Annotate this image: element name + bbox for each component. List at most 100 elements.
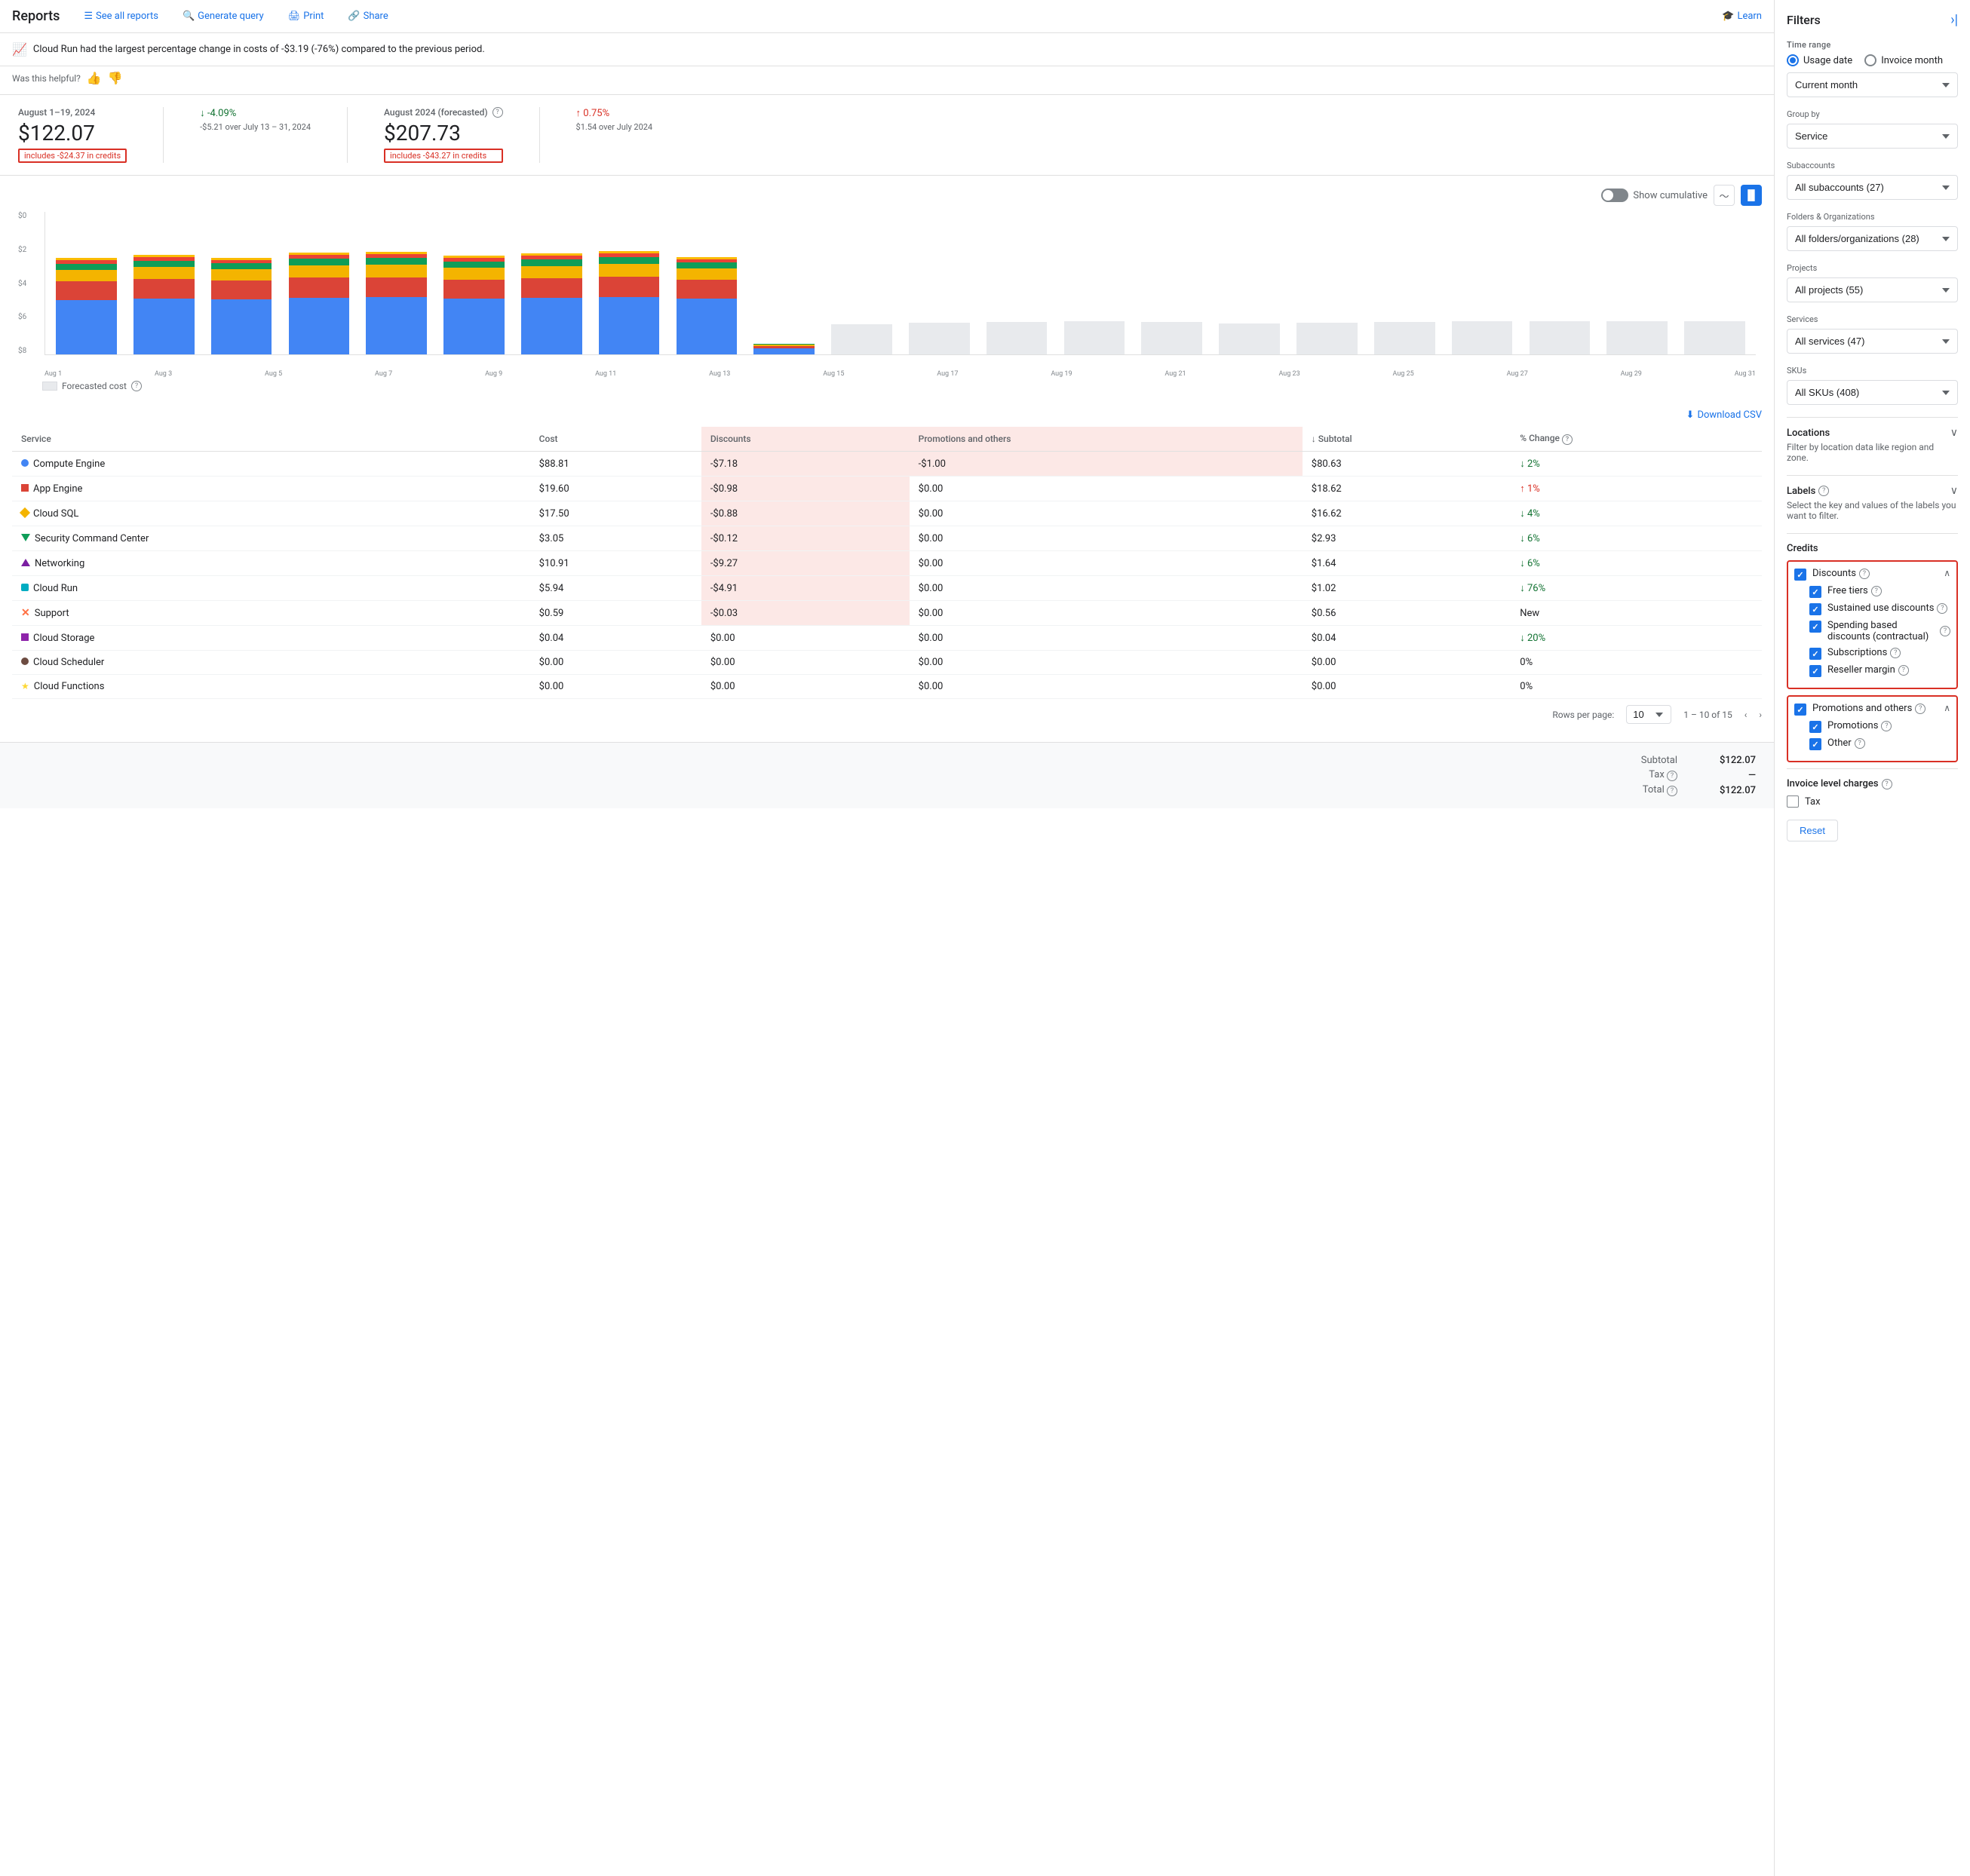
cell-subtotal: $1.64 bbox=[1303, 551, 1511, 576]
promotions-and-others-checkbox[interactable] bbox=[1794, 704, 1806, 716]
sustained-use-checkbox-item[interactable]: Sustained use discounts ? bbox=[1794, 602, 1950, 615]
tax-checkbox[interactable] bbox=[1787, 795, 1799, 808]
usage-date-label: Usage date bbox=[1803, 55, 1852, 66]
reseller-margin-checkbox-item[interactable]: Reseller margin ? bbox=[1794, 664, 1950, 677]
x-axis: Aug 1Aug 3Aug 5Aug 7Aug 9Aug 11Aug 13Aug… bbox=[44, 363, 1756, 378]
folders-orgs-select[interactable]: All folders/organizations (28) bbox=[1787, 226, 1958, 251]
share-btn[interactable]: 🔗 Share bbox=[342, 8, 394, 25]
cell-change: ↑ 1% bbox=[1511, 477, 1762, 501]
cell-service: Networking bbox=[12, 551, 530, 576]
invoice-month-radio-circle[interactable] bbox=[1864, 54, 1876, 66]
group-by-label: Group by bbox=[1787, 109, 1958, 119]
promotions-checkbox[interactable] bbox=[1809, 721, 1821, 733]
next-page-btn[interactable]: › bbox=[1759, 710, 1762, 720]
rows-per-page-select[interactable]: 10 25 50 bbox=[1626, 705, 1671, 724]
subscriptions-checkbox-item[interactable]: Subscriptions ? bbox=[1794, 647, 1950, 660]
bar-chart-btn[interactable]: ▐▌ bbox=[1741, 185, 1762, 206]
free-tiers-checkbox-item[interactable]: Free tiers ? bbox=[1794, 585, 1950, 598]
learn-btn[interactable]: 🎓 Learn bbox=[1722, 11, 1762, 22]
promotions-and-others-help-icon[interactable]: ? bbox=[1915, 704, 1926, 714]
spending-based-checkbox-item[interactable]: Spending based discounts (contractual) ? bbox=[1794, 620, 1950, 642]
stat-sub-2: $1.54 over July 2024 bbox=[576, 122, 653, 132]
filters-title: Filters bbox=[1787, 13, 1821, 27]
download-csv-btn[interactable]: ⬇ Download CSV bbox=[1686, 409, 1762, 421]
free-tiers-help-icon[interactable]: ? bbox=[1871, 586, 1882, 596]
sustained-use-checkbox[interactable] bbox=[1809, 603, 1821, 615]
usage-date-radio[interactable]: Usage date bbox=[1787, 54, 1852, 66]
cell-change: 0% bbox=[1511, 675, 1762, 699]
promotions-help-icon[interactable]: ? bbox=[1881, 721, 1892, 731]
tax-label: Tax bbox=[1805, 796, 1821, 808]
subscriptions-checkbox[interactable] bbox=[1809, 648, 1821, 660]
subtotal-label: Subtotal bbox=[1641, 755, 1677, 766]
group-by-select[interactable]: Service bbox=[1787, 124, 1958, 149]
spending-based-help-icon[interactable]: ? bbox=[1940, 626, 1950, 636]
other-help-icon[interactable]: ? bbox=[1855, 738, 1865, 749]
total-help-icon[interactable]: ? bbox=[1667, 786, 1677, 796]
line-chart-btn[interactable]: 〜 bbox=[1714, 185, 1735, 206]
other-checkbox-item[interactable]: Other ? bbox=[1794, 737, 1950, 750]
thumbs-up-btn[interactable]: 👍 bbox=[87, 71, 102, 85]
tax-help-icon[interactable]: ? bbox=[1667, 771, 1677, 781]
reseller-margin-checkbox[interactable] bbox=[1809, 665, 1821, 677]
projects-select[interactable]: All projects (55) bbox=[1787, 277, 1958, 302]
tax-checkbox-item[interactable]: Tax bbox=[1787, 795, 1958, 808]
thumbs-down-btn[interactable]: 👎 bbox=[108, 71, 123, 85]
show-cumulative-toggle[interactable]: Show cumulative bbox=[1601, 189, 1708, 202]
bar-group bbox=[514, 212, 590, 354]
reset-btn[interactable]: Reset bbox=[1787, 820, 1838, 841]
stat-sub-1: -$5.21 over July 13 – 31, 2024 bbox=[200, 122, 311, 132]
discounts-label: Discounts bbox=[1812, 568, 1856, 579]
invoice-title-row: Invoice level charges ? bbox=[1787, 778, 1958, 789]
subaccounts-select[interactable]: All subaccounts (27) bbox=[1787, 175, 1958, 200]
tax-value: — bbox=[1695, 770, 1756, 781]
skus-select[interactable]: All SKUs (408) bbox=[1787, 380, 1958, 405]
pagination: Rows per page: 10 25 50 1 – 10 of 15 ‹ › bbox=[12, 699, 1762, 730]
cell-discounts: $0.00 bbox=[701, 675, 910, 699]
discounts-checkbox-item[interactable]: Discounts ? ∧ bbox=[1794, 568, 1950, 581]
subscriptions-help-icon[interactable]: ? bbox=[1890, 648, 1901, 658]
invoice-level-charges-help-icon[interactable]: ? bbox=[1882, 779, 1892, 789]
sustained-use-help-icon[interactable]: ? bbox=[1937, 603, 1947, 614]
labels-header[interactable]: Labels ? ∨ bbox=[1787, 485, 1958, 497]
locations-title: Locations bbox=[1787, 428, 1830, 439]
cell-promos: $0.00 bbox=[910, 526, 1303, 551]
discounts-checkbox[interactable] bbox=[1794, 569, 1806, 581]
labels-help-icon[interactable]: ? bbox=[1818, 486, 1829, 496]
locations-header[interactable]: Locations ∨ bbox=[1787, 427, 1958, 439]
services-row: Services All services (47) bbox=[1787, 314, 1958, 354]
other-checkbox[interactable] bbox=[1809, 738, 1821, 750]
spending-based-label-row: Spending based discounts (contractual) ? bbox=[1827, 620, 1950, 642]
free-tiers-checkbox[interactable] bbox=[1809, 586, 1821, 598]
current-month-select[interactable]: Current month bbox=[1787, 72, 1958, 97]
cell-discounts: -$0.88 bbox=[701, 501, 910, 526]
cell-cost: $0.59 bbox=[530, 601, 701, 626]
time-range-label: Time range bbox=[1787, 40, 1958, 50]
filters-collapse-btn[interactable]: ›| bbox=[1950, 12, 1958, 28]
reseller-margin-help-icon[interactable]: ? bbox=[1898, 665, 1909, 676]
promotions-and-others-checkbox-item[interactable]: Promotions and others ? ∧ bbox=[1794, 703, 1950, 716]
promotions-checkbox-item[interactable]: Promotions ? bbox=[1794, 720, 1950, 733]
cell-cost: $0.04 bbox=[530, 626, 701, 651]
bar-group bbox=[669, 212, 745, 354]
stat-block-change2: ↑ 0.75% $1.54 over July 2024 bbox=[576, 107, 653, 132]
table-row: Cloud Scheduler $0.00 $0.00 $0.00 $0.00 … bbox=[12, 651, 1762, 675]
cell-change: ↓ 76% bbox=[1511, 576, 1762, 601]
services-select[interactable]: All services (47) bbox=[1787, 329, 1958, 354]
toggle-switch[interactable] bbox=[1601, 189, 1628, 202]
forecast-label-help[interactable]: ? bbox=[131, 381, 142, 391]
spending-based-checkbox[interactable] bbox=[1809, 621, 1821, 633]
see-all-reports-btn[interactable]: ☰ See all reports bbox=[78, 8, 164, 25]
print-btn[interactable]: 🖨 Print bbox=[282, 8, 330, 25]
prev-page-btn[interactable]: ‹ bbox=[1744, 710, 1748, 720]
total-value: $122.07 bbox=[1695, 785, 1756, 796]
change-help-icon[interactable]: ? bbox=[1562, 434, 1573, 445]
forecast-help-icon[interactable]: ? bbox=[493, 107, 503, 118]
cell-subtotal: $0.56 bbox=[1303, 601, 1511, 626]
usage-date-radio-circle[interactable] bbox=[1787, 54, 1799, 66]
labels-desc: Select the key and values of the labels … bbox=[1787, 500, 1958, 521]
generate-query-btn[interactable]: 🔍 Generate query bbox=[176, 8, 270, 25]
invoice-month-radio[interactable]: Invoice month bbox=[1864, 54, 1943, 66]
bar-group bbox=[979, 212, 1055, 354]
discounts-help-icon[interactable]: ? bbox=[1859, 569, 1870, 579]
